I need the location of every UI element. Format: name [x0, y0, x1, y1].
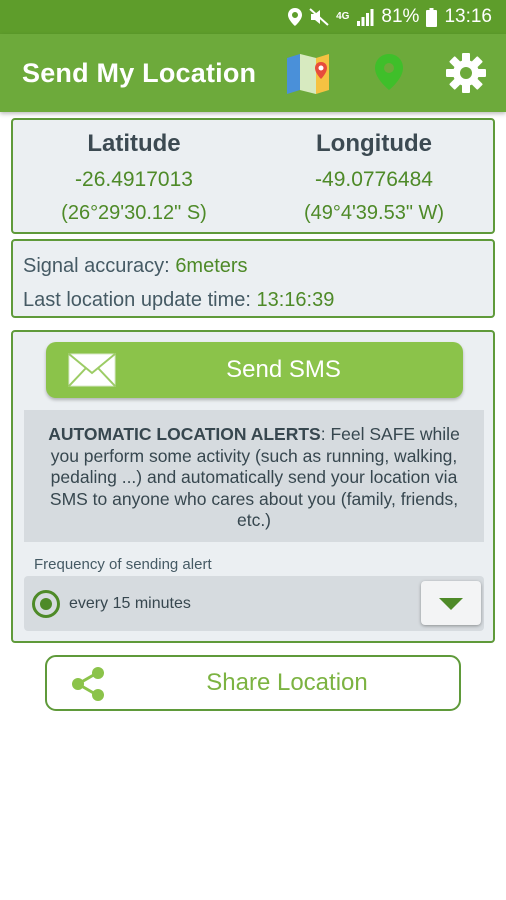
alerts-title: AUTOMATIC LOCATION ALERTS [48, 424, 321, 444]
network-icon: 4G [336, 12, 349, 22]
signal-icon [356, 8, 374, 26]
frequency-radio[interactable] [32, 590, 60, 618]
actions-card: Send SMS AUTOMATIC LOCATION ALERTS: Feel… [11, 330, 495, 643]
accuracy-value: 6meters [175, 255, 248, 277]
latitude-label: Latitude [87, 130, 181, 157]
network-type: 4G [336, 11, 350, 22]
app-bar: Send My Location [0, 34, 506, 112]
longitude-dms: (49°4'39.53" W) [303, 202, 445, 224]
coordinates-card: Latitude -26.4917013 (26°29'30.12" S) Lo… [11, 118, 495, 234]
location-info-card: Signal accuracy: 6meters Last location u… [11, 239, 495, 318]
longitude-label: Longitude [316, 130, 432, 157]
latitude-dms: (26°29'30.12" S) [61, 202, 207, 224]
app-title: Send My Location [22, 58, 257, 88]
status-bar: 4G 81% 13:16 [0, 0, 506, 34]
send-sms-label: Send SMS [226, 356, 341, 383]
longitude-decimal: -49.0776484 [315, 168, 433, 191]
dropdown-arrow-icon [439, 598, 463, 610]
share-location-button[interactable]: Share Location [45, 655, 461, 711]
frequency-value: every 15 minutes [69, 595, 191, 612]
update-time-row: Last location update time: 13:16:39 [23, 289, 493, 323]
location-icon [288, 8, 303, 26]
battery-icon [426, 7, 438, 27]
longitude-column: Longitude -49.0776484 (49°4'39.53" W) [253, 120, 495, 225]
location-pin-icon[interactable] [366, 50, 412, 96]
status-time: 13:16 [444, 6, 492, 27]
update-time-label: Last location update time: [23, 289, 251, 311]
frequency-selector[interactable]: every 15 minutes [24, 576, 484, 631]
update-time-value: 13:16:39 [256, 289, 335, 311]
frequency-label: Frequency of sending alert [34, 556, 212, 573]
accuracy-row: Signal accuracy: 6meters [23, 255, 493, 289]
send-sms-button[interactable]: Send SMS [46, 342, 463, 398]
status-icons: 4G 81% 13:16 [288, 0, 492, 34]
frequency-dropdown-button[interactable] [421, 581, 481, 625]
automatic-alerts-description: AUTOMATIC LOCATION ALERTS: Feel SAFE whi… [24, 410, 484, 542]
radio-selected-dot [40, 598, 52, 610]
mute-icon [309, 8, 329, 26]
map-icon[interactable] [285, 50, 331, 96]
latitude-decimal: -26.4917013 [75, 168, 193, 191]
settings-gear-icon[interactable] [443, 50, 489, 96]
latitude-column: Latitude -26.4917013 (26°29'30.12" S) [13, 120, 255, 225]
accuracy-label: Signal accuracy: [23, 255, 170, 277]
battery-percent: 81% [381, 6, 420, 27]
share-location-label: Share Location [206, 669, 368, 696]
